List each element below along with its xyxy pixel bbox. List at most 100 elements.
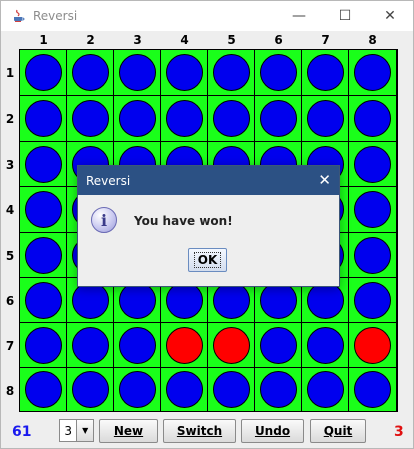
board-cell[interactable] — [302, 50, 348, 95]
board-cell[interactable] — [349, 233, 396, 277]
board-cell[interactable] — [349, 96, 396, 141]
column-label: 2 — [86, 33, 95, 47]
blue-disc — [259, 371, 297, 408]
column-label: 5 — [227, 33, 236, 47]
switch-button[interactable]: Switch — [163, 419, 236, 443]
board-cell[interactable] — [208, 50, 254, 95]
board-cell[interactable] — [255, 50, 301, 95]
blue-disc — [165, 54, 203, 91]
blue-disc — [306, 326, 344, 364]
board-cell[interactable] — [302, 323, 348, 367]
board-cell[interactable] — [255, 323, 301, 367]
close-button[interactable]: ✕ — [367, 1, 413, 31]
blue-disc — [165, 100, 203, 137]
blue-disc — [354, 191, 391, 228]
ok-button-label: OK — [193, 252, 222, 268]
blue-disc — [165, 371, 203, 408]
board-cell[interactable] — [161, 368, 207, 411]
column-label: 3 — [133, 33, 142, 47]
board-cell[interactable] — [161, 96, 207, 141]
board-cell[interactable] — [255, 368, 301, 411]
quit-button[interactable]: Quit — [310, 419, 366, 443]
blue-disc — [306, 281, 344, 319]
level-combo-value: 3 — [64, 423, 73, 438]
combo-arrow-icon[interactable]: ▼ — [76, 420, 93, 441]
blue-disc — [212, 281, 250, 319]
red-disc — [354, 326, 391, 364]
board-cell[interactable] — [20, 142, 66, 186]
blue-disc — [354, 236, 391, 274]
red-disc — [212, 326, 250, 364]
blue-disc — [354, 54, 391, 91]
board-cell[interactable] — [255, 96, 301, 141]
board-cell[interactable] — [349, 323, 396, 367]
new-button[interactable]: New — [99, 419, 158, 443]
dialog-title-bar[interactable]: Reversi ✕ — [78, 166, 339, 195]
blue-disc — [71, 371, 109, 408]
blue-disc — [118, 326, 156, 364]
window-title: Reversi — [33, 9, 78, 23]
title-bar[interactable]: Reversi — ☐ ✕ — [1, 1, 413, 31]
dialog-title: Reversi — [86, 173, 131, 188]
blue-disc — [24, 281, 62, 319]
board-cell[interactable] — [20, 323, 66, 367]
maximize-button[interactable]: ☐ — [322, 1, 368, 31]
board-cell[interactable] — [208, 96, 254, 141]
blue-disc — [118, 100, 156, 137]
board-cell[interactable] — [20, 187, 66, 232]
row-label: 7 — [5, 339, 15, 353]
java-app-icon — [10, 8, 26, 24]
level-combo[interactable]: 3 ▼ — [59, 419, 94, 442]
blue-disc — [306, 54, 344, 91]
blue-disc — [24, 145, 62, 183]
board-cell[interactable] — [208, 323, 254, 367]
board-cell[interactable] — [114, 50, 160, 95]
board-cell[interactable] — [20, 368, 66, 411]
blue-disc — [71, 281, 109, 319]
board-cell[interactable] — [67, 50, 113, 95]
blue-disc — [259, 100, 297, 137]
board-cell[interactable] — [67, 96, 113, 141]
undo-button[interactable]: Undo — [241, 419, 304, 443]
blue-disc — [118, 281, 156, 319]
board-cell[interactable] — [302, 96, 348, 141]
board-cell[interactable] — [20, 233, 66, 277]
win-dialog: Reversi ✕ i You have won! OK — [77, 165, 340, 287]
board-cell[interactable] — [67, 323, 113, 367]
board-cell[interactable] — [349, 278, 396, 322]
blue-disc — [259, 281, 297, 319]
minimize-button[interactable]: — — [276, 1, 322, 31]
row-label: 5 — [5, 249, 15, 263]
board-cell[interactable] — [208, 368, 254, 411]
dialog-close-icon[interactable]: ✕ — [318, 171, 331, 189]
ok-button[interactable]: OK — [188, 248, 227, 272]
blue-disc — [71, 326, 109, 364]
board-cell[interactable] — [114, 323, 160, 367]
blue-disc — [71, 100, 109, 137]
board-cell[interactable] — [349, 142, 396, 186]
board-cell[interactable] — [161, 323, 207, 367]
blue-disc — [24, 326, 62, 364]
blue-score: 61 — [12, 424, 32, 440]
info-icon: i — [91, 207, 117, 233]
blue-disc — [24, 371, 62, 408]
board-cell[interactable] — [114, 368, 160, 411]
board-cell[interactable] — [67, 368, 113, 411]
blue-disc — [354, 145, 391, 183]
board-cell[interactable] — [349, 187, 396, 232]
column-label: 8 — [368, 33, 377, 47]
board-cell[interactable] — [161, 50, 207, 95]
board-cell[interactable] — [114, 96, 160, 141]
board-cell[interactable] — [20, 50, 66, 95]
column-label: 4 — [180, 33, 189, 47]
blue-disc — [259, 54, 297, 91]
board-cell[interactable] — [20, 96, 66, 141]
board-cell[interactable] — [349, 50, 396, 95]
blue-disc — [212, 54, 250, 91]
board-cell[interactable] — [349, 368, 396, 411]
board-cell[interactable] — [20, 278, 66, 322]
row-label: 8 — [5, 384, 15, 398]
blue-disc — [24, 54, 62, 91]
row-label: 4 — [5, 203, 15, 217]
board-cell[interactable] — [302, 368, 348, 411]
